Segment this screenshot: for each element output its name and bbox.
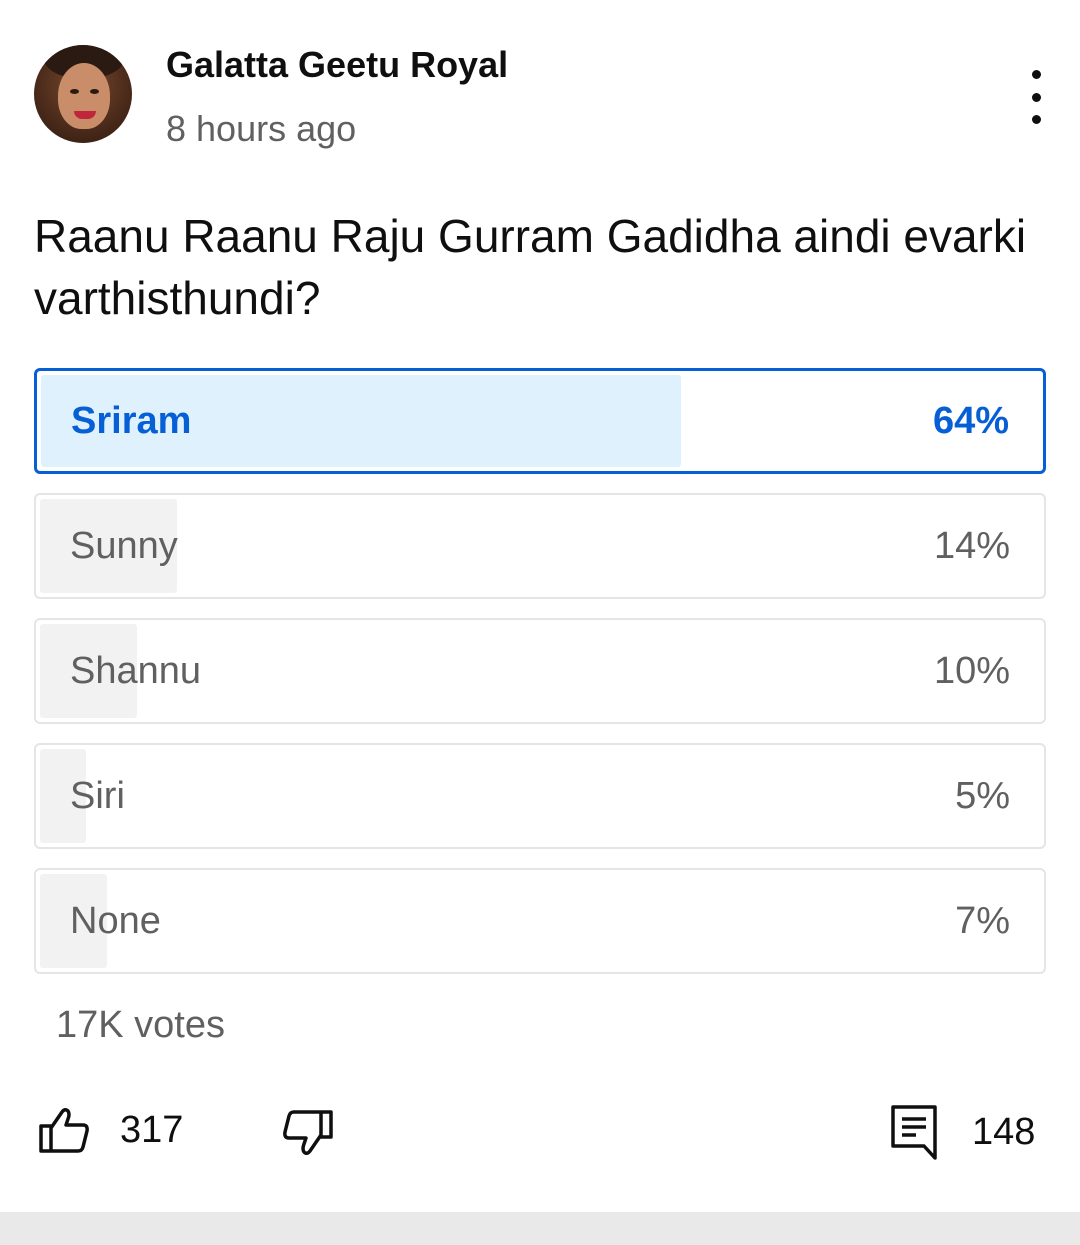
poll-option-label: Shannu <box>70 649 202 692</box>
menu-dot <box>1031 92 1041 102</box>
menu-dot <box>1031 115 1041 124</box>
thumb-up-icon <box>39 1107 89 1153</box>
menu-dot <box>1031 70 1041 79</box>
dislike-button[interactable] <box>280 1108 334 1158</box>
channel-name[interactable]: Galatta Geetu Royal <box>166 44 508 86</box>
avatar-eye-right <box>90 89 99 94</box>
like-button[interactable]: 317 <box>38 1106 183 1154</box>
poll-vote-count: 17K votes <box>56 1004 225 1046</box>
like-count: 317 <box>120 1108 184 1151</box>
poll-option-percent: 10% <box>933 649 1010 692</box>
poll-option-label: Sriram <box>71 399 192 442</box>
post-timestamp[interactable]: 8 hours ago <box>166 108 356 150</box>
poll-option-none[interactable]: None 7% <box>34 868 1046 974</box>
poll-option-percent: 7% <box>955 899 1010 942</box>
avatar-eye-left <box>70 89 79 94</box>
thumb-down-icon <box>283 1110 333 1156</box>
poll-question: Raanu Raanu Raju Gurram Gadidha aindi ev… <box>34 210 1027 324</box>
poll-option-siri[interactable]: Siri 5% <box>34 743 1046 849</box>
poll-option-percent: 5% <box>955 774 1010 817</box>
poll-option-label: None <box>70 899 161 942</box>
avatar-face <box>58 63 110 129</box>
more-vert-icon[interactable] <box>1016 70 1056 124</box>
poll-option-sriram[interactable]: Sriram 64% <box>34 368 1046 474</box>
comment-button[interactable]: 148 <box>890 1104 1035 1160</box>
poll-option-label: Siri <box>70 774 125 817</box>
section-divider <box>0 1212 1080 1245</box>
poll-option-percent: 14% <box>933 524 1010 567</box>
poll-option-sunny[interactable]: Sunny 14% <box>34 493 1046 599</box>
channel-avatar[interactable] <box>34 45 132 143</box>
poll-option-shannu[interactable]: Shannu 10% <box>34 618 1046 724</box>
comment-count: 148 <box>972 1110 1036 1153</box>
comment-icon <box>891 1105 937 1160</box>
poll-option-percent: 64% <box>932 399 1009 442</box>
poll-option-label: Sunny <box>70 524 178 567</box>
